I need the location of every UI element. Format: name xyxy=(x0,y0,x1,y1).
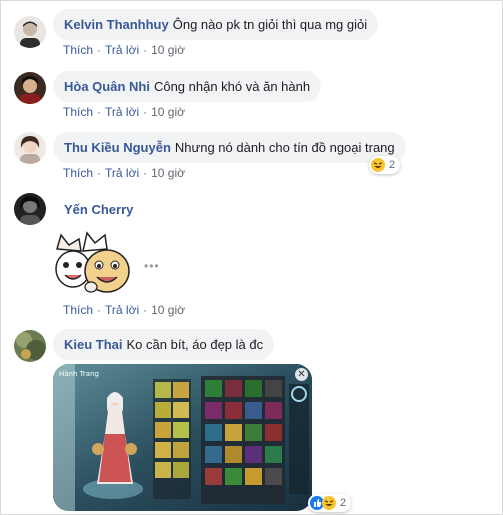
comment-text: Ko cần bít, áo đẹp là đc xyxy=(126,337,264,352)
comment-author: Yến Cherry xyxy=(64,202,137,218)
avatar[interactable] xyxy=(14,330,46,362)
comment-time[interactable]: 10 giờ xyxy=(151,166,185,180)
game-title-text: Hành Trang xyxy=(59,370,99,378)
comment-author[interactable]: Hòa Quân Nhi xyxy=(64,79,150,94)
separator-dot: · xyxy=(97,43,102,57)
comment-author[interactable]: Kelvin Thanhhuy xyxy=(64,17,169,32)
avatar-image xyxy=(16,332,46,360)
reply-link[interactable]: Trả lời xyxy=(105,166,139,180)
comment-bubble: Kelvin Thanhhuy Ông nào pk tn giỏi thì qu… xyxy=(53,9,379,40)
comment-text: Nhưng nó dành cho tín đồ ngoại trang xyxy=(174,140,395,155)
reply-link[interactable]: Trả lời xyxy=(105,105,139,119)
comment-bubble: Thu Kiều Nguyễn Nhưng nó dành cho tín đồ … xyxy=(53,132,406,163)
like-link[interactable]: Thích xyxy=(63,43,93,57)
comment-time[interactable]: 10 giờ xyxy=(151,105,185,119)
avatar[interactable] xyxy=(14,16,46,48)
separator-dot: · xyxy=(97,303,102,317)
separator-dot: · xyxy=(143,166,148,180)
more-options-icon[interactable]: ••• xyxy=(144,259,160,273)
comment-actions: Thích · Trả lời · 10 giờ xyxy=(63,43,185,57)
comment-bubble: Hòa Quân Nhi Công nhận khó và ăn hành xyxy=(53,71,322,102)
separator-dot: · xyxy=(97,166,102,180)
comment-bubble: Kieu Thai Ko cần bít, áo đẹp là đc xyxy=(53,329,275,360)
comment-actions: Thích · Trả lời · 10 giờ xyxy=(63,166,185,180)
avatar-image xyxy=(20,196,40,225)
comment-time[interactable]: 10 giờ xyxy=(151,303,185,317)
comment-text: Ông nào pk tn giỏi thì qua mg giỏi xyxy=(172,17,368,32)
avatar[interactable] xyxy=(14,193,46,225)
separator-dot: · xyxy=(143,43,148,57)
reply-link[interactable]: Trả lời xyxy=(105,43,139,57)
like-link[interactable]: Thích xyxy=(63,166,93,180)
comment-time[interactable]: 10 giờ xyxy=(151,43,185,57)
comment-actions: Thích · Trả lời · 10 giờ xyxy=(63,303,185,317)
separator-dot: · xyxy=(97,105,102,119)
comment-author-name[interactable]: Yến Cherry xyxy=(64,202,133,217)
avatar[interactable] xyxy=(14,72,46,104)
avatar-image xyxy=(20,136,40,164)
comment-author[interactable]: Kieu Thai xyxy=(64,337,123,352)
separator-dot: · xyxy=(143,303,148,317)
game-inventory-screenshot[interactable]: Hành Trang ✕ xyxy=(53,364,312,511)
reaction-count: 2 xyxy=(389,159,396,171)
like-link[interactable]: Thích xyxy=(63,303,93,317)
haha-reaction-icon xyxy=(322,496,336,510)
reaction-count: 2 xyxy=(340,497,347,509)
reaction-summary[interactable]: 2 xyxy=(369,156,401,174)
reply-link[interactable]: Trả lời xyxy=(105,303,139,317)
comment-author[interactable]: Thu Kiều Nguyễn xyxy=(64,140,171,155)
like-link[interactable]: Thích xyxy=(63,105,93,119)
comment-text: Công nhận khó và ăn hành xyxy=(153,79,311,94)
avatar-image xyxy=(19,76,41,104)
reaction-summary[interactable]: 2 xyxy=(308,494,352,512)
haha-reaction-icon xyxy=(371,158,385,172)
avatar-image xyxy=(20,21,40,48)
avatar[interactable] xyxy=(14,132,46,164)
comment-actions: Thích · Trả lời · 10 giờ xyxy=(63,105,185,119)
cartoon-cats-sticker[interactable] xyxy=(53,229,133,295)
close-icon[interactable]: ✕ xyxy=(295,368,308,381)
separator-dot: · xyxy=(143,105,148,119)
